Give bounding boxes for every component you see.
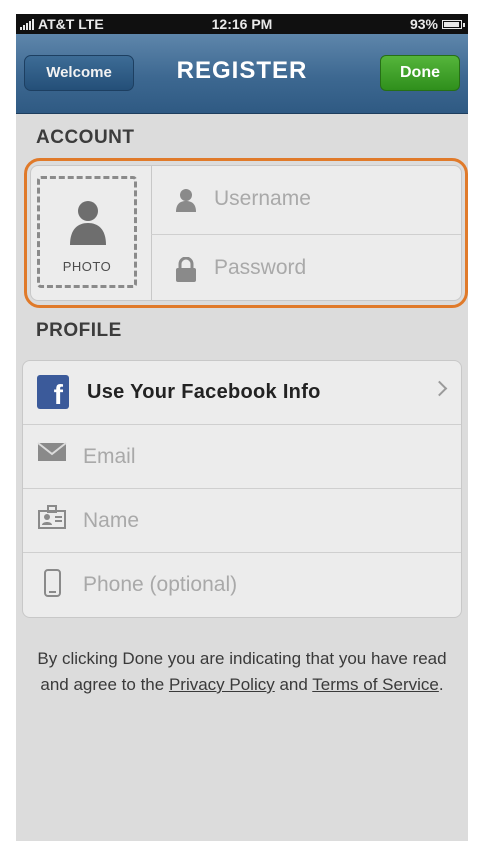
terms-middle: and [274,675,313,694]
profile-card: f Use Your Facebook Info [22,360,462,618]
facebook-icon: f [37,375,69,410]
username-field [152,166,461,233]
battery-icon [442,19,465,29]
name-card-icon [38,505,66,529]
terms-notice: By clicking Done you are indicating that… [36,646,448,698]
privacy-policy-link[interactable]: Privacy Policy [169,675,275,694]
terms-of-service-link[interactable]: Terms of Service [312,675,439,694]
facebook-info-button[interactable]: f Use Your Facebook Info [23,361,461,425]
name-input[interactable] [83,506,423,536]
facebook-info-label: Use Your Facebook Info [87,381,321,403]
email-input[interactable] [83,442,423,472]
password-input[interactable] [214,253,444,283]
name-row [23,489,461,553]
add-photo-button[interactable]: PHOTO [37,176,137,288]
status-bar: AT&T LTE 12:16 PM 93% [16,14,468,34]
phone-screen: AT&T LTE 12:16 PM 93% Welcome REGISTER D… [16,14,468,841]
user-icon [176,189,196,212]
status-right: 93% [409,16,465,32]
battery-percent: 93% [409,16,438,32]
photo-label: PHOTO [62,259,112,274]
password-field [152,235,461,300]
person-silhouette-icon [70,201,106,245]
chevron-right-icon [431,380,448,397]
phone-icon [44,569,61,597]
terms-suffix: . [438,675,444,694]
lock-icon [176,257,196,282]
account-card: PHOTO [30,165,462,301]
done-button[interactable]: Done [380,55,460,91]
status-time: 12:16 PM [211,16,273,32]
phone-input[interactable] [83,570,423,600]
navigation-bar: Welcome REGISTER Done [16,34,468,114]
username-input[interactable] [214,184,444,214]
account-section-header: ACCOUNT [36,127,135,148]
envelope-icon [37,442,67,461]
phone-row [23,553,461,617]
email-row [23,425,461,489]
profile-section-header: PROFILE [36,320,122,341]
